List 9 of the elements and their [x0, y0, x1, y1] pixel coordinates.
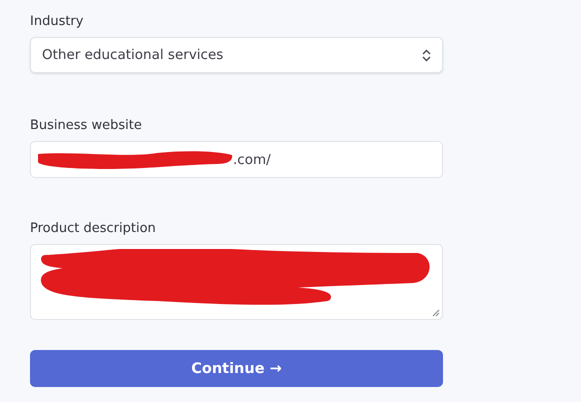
- field-label: Industry: [30, 13, 84, 31]
- website-field[interactable]: .com/: [30, 141, 443, 178]
- field-label: Product description: [30, 220, 157, 238]
- industry-select[interactable]: Other educational services: [30, 37, 443, 73]
- continue-button[interactable]: Continue →: [30, 350, 443, 387]
- chevron-updown-icon: [422, 48, 431, 62]
- field-label: Business website: [30, 117, 143, 135]
- description-field[interactable]: [30, 244, 443, 320]
- resize-handle-icon[interactable]: [432, 309, 440, 317]
